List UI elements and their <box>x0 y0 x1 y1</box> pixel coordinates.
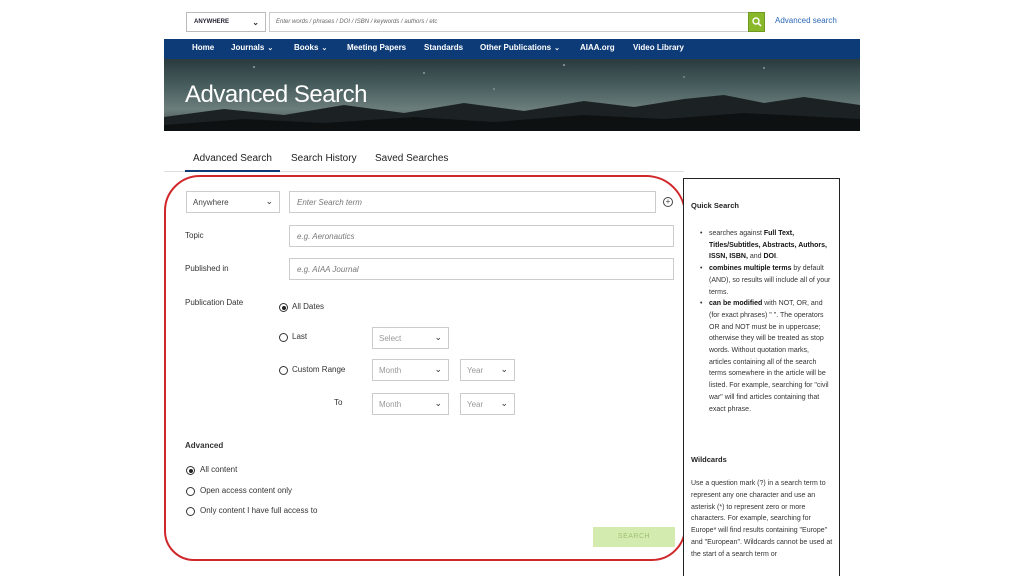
highlight-annotation <box>164 175 686 561</box>
chevron-down-icon: ⌄ <box>252 18 259 27</box>
nav-item-aiaa-org[interactable]: AIAA.org <box>580 43 615 52</box>
nav-item-books[interactable]: Books ⌄ <box>294 43 327 52</box>
nav-item-video-library[interactable]: Video Library <box>633 43 684 52</box>
tip-text: with NOT, OR, and (for exact phrases) " … <box>709 300 829 413</box>
nav-label: Books <box>294 43 319 52</box>
search-scope-value: ANYWHERE <box>194 19 230 25</box>
tip-text: and <box>747 253 764 261</box>
tab-search-history[interactable]: Search History <box>291 153 357 164</box>
nav-label: Standards <box>424 43 464 52</box>
quick-search-heading: Quick Search <box>691 201 739 210</box>
nav-label: Video Library <box>633 43 684 52</box>
nav-item-journals[interactable]: Journals ⌄ <box>231 43 273 52</box>
page-banner: Advanced Search <box>164 59 860 131</box>
top-search-bar: ANYWHERE ⌄ Enter words / phrases / DOI /… <box>164 10 860 36</box>
tab-advanced-search[interactable]: Advanced Search <box>193 153 272 164</box>
nav-label: Meeting Papers <box>347 43 407 52</box>
main-nav: Home Journals ⌄ Books ⌄ Meeting Papers Sta… <box>164 39 860 59</box>
list-item: searches against Full Text, Titles/Subti… <box>692 228 832 263</box>
tip-bold: can be modified <box>709 300 763 308</box>
wildcards-text: Use a question mark (?) in a search term… <box>691 480 833 558</box>
quick-search-input[interactable]: Enter words / phrases / DOI / ISBN / key… <box>269 12 749 32</box>
nav-label: Home <box>192 43 215 52</box>
advanced-search-link[interactable]: Advanced search <box>775 16 837 25</box>
nav-label: AIAA.org <box>580 43 615 52</box>
search-scope-select[interactable]: ANYWHERE ⌄ <box>186 12 266 32</box>
active-tab-indicator <box>185 170 280 172</box>
nav-label: Other Publications <box>480 43 552 52</box>
chevron-down-icon: ⌄ <box>267 45 274 52</box>
nav-item-standards[interactable]: Standards <box>424 43 463 52</box>
tip-text: searches against <box>709 230 764 237</box>
nav-label: Journals <box>231 43 265 52</box>
quick-search-help-panel: Quick Search searches against Full Text,… <box>683 178 840 576</box>
page-title: Advanced Search <box>185 81 367 108</box>
tip-text: . <box>775 253 778 261</box>
nav-item-meeting-papers[interactable]: Meeting Papers <box>347 43 406 52</box>
quick-search-tips: searches against Full Text, Titles/Subti… <box>692 228 832 415</box>
tip-bold: combines multiple terms <box>709 265 792 273</box>
search-go-button[interactable] <box>748 12 765 32</box>
nav-item-home[interactable]: Home <box>192 43 214 52</box>
search-icon <box>752 17 762 27</box>
tab-saved-searches[interactable]: Saved Searches <box>375 153 448 164</box>
list-item: can be modified with NOT, OR, and (for e… <box>692 298 832 415</box>
nav-item-other-publications[interactable]: Other Publications ⌄ <box>480 43 560 52</box>
chevron-down-icon: ⌄ <box>554 45 560 52</box>
wildcards-heading: Wildcards <box>691 455 727 464</box>
chevron-down-icon: ⌄ <box>321 45 328 52</box>
list-item: combines multiple terms by default (AND)… <box>692 263 832 298</box>
tip-bold: DOI <box>763 253 776 261</box>
